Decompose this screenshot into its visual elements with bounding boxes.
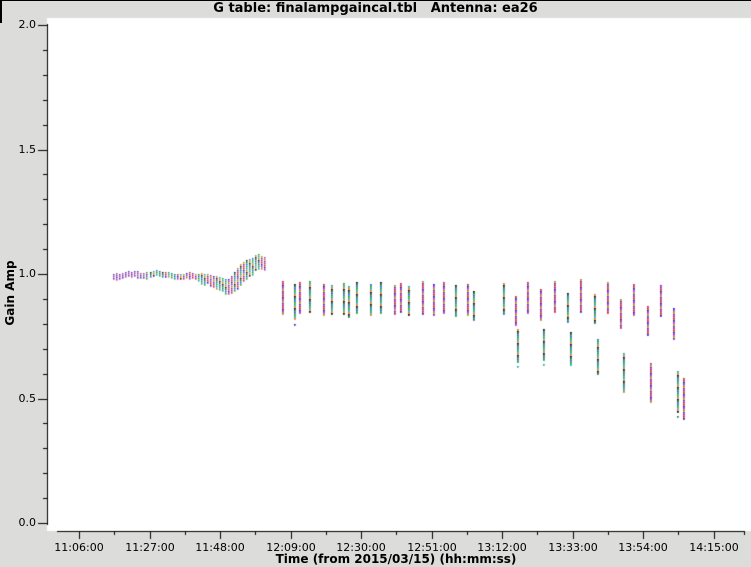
x-axis-title: Time (from 2015/03/15) (hh:mm:ss) (275, 552, 517, 566)
x-tick-label: 11:06:00 (54, 541, 104, 554)
x-tick-label: 13:33:00 (548, 541, 598, 554)
x-tick-label: 12:51:00 (407, 541, 457, 554)
y-tick-label: 1.0 (18, 267, 37, 280)
window-corner-mark (0, 1, 2, 23)
y-tick-label: 0.5 (18, 392, 37, 405)
x-tick-label: 11:27:00 (125, 541, 175, 554)
y-tick-label: 0.0 (18, 516, 37, 529)
gain-amp-vs-time-chart-canvas (0, 1, 751, 567)
x-tick-label: 13:54:00 (618, 541, 668, 554)
plot-title: G table: finalampgaincal.tbl Antenna: ea… (213, 1, 538, 16)
y-tick-label: 1.5 (18, 143, 37, 156)
x-tick-label: 13:12:00 (477, 541, 527, 554)
x-tick-label: 12:30:00 (336, 541, 386, 554)
y-tick-label: 2.0 (18, 18, 37, 31)
x-tick-label: 12:09:00 (266, 541, 316, 554)
x-tick-label: 11:48:00 (195, 541, 245, 554)
x-tick-label: 14:15:00 (689, 541, 739, 554)
plotcal-window: G table: finalampgaincal.tbl Antenna: ea… (0, 0, 751, 567)
